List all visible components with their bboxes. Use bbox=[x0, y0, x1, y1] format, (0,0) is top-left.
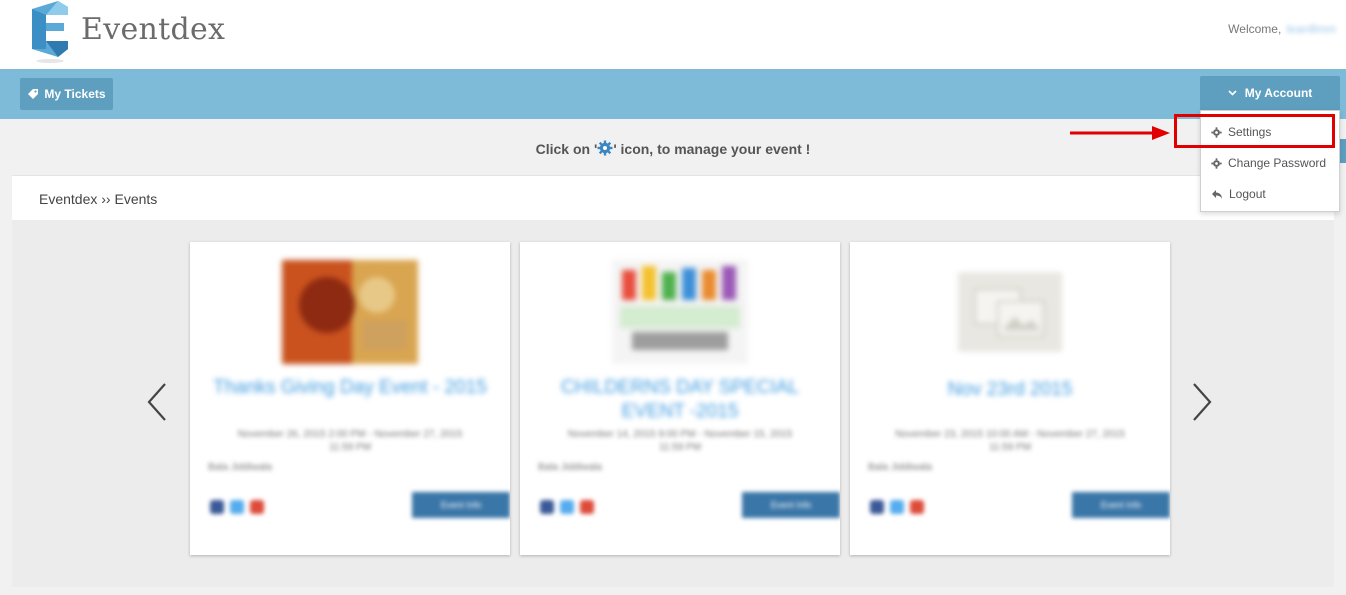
event-title[interactable]: Thanks Giving Day Event - 2015 bbox=[210, 376, 490, 400]
google-plus-icon[interactable] bbox=[580, 500, 594, 514]
reply-icon bbox=[1212, 189, 1222, 199]
welcome-text: Welcome, lean8mm bbox=[1228, 22, 1336, 36]
event-card[interactable]: Nov 23rd 2015 November 23, 2015 10:00 AM… bbox=[850, 242, 1170, 555]
main-navbar: My Tickets My Account bbox=[0, 69, 1346, 119]
hint-text-end: ' icon, to manage your event ! bbox=[613, 141, 811, 157]
social-icons bbox=[870, 500, 924, 514]
username[interactable]: lean8mm bbox=[1287, 22, 1336, 36]
breadcrumb: Eventdex ›› Events bbox=[39, 191, 158, 207]
breadcrumb-bar: Eventdex ›› Events bbox=[12, 175, 1334, 220]
twitter-icon[interactable] bbox=[560, 500, 574, 514]
event-thumbnail[interactable] bbox=[612, 260, 748, 364]
event-title[interactable]: CHILDERNS DAY SPECIAL EVENT -2015 bbox=[540, 376, 820, 424]
event-date: November 14, 2015 9:00 PM - November 15,… bbox=[567, 429, 793, 453]
gear-icon bbox=[1211, 157, 1222, 169]
event-date: November 23, 2015 10:00 AM - November 27… bbox=[895, 429, 1125, 453]
my-account-button[interactable]: My Account bbox=[1200, 76, 1340, 110]
gear-icon bbox=[597, 140, 613, 156]
manage-event-hint: Click on ' ' icon, to manage your event ! bbox=[0, 140, 1346, 157]
menu-item-change-password[interactable]: Change Password bbox=[1201, 148, 1339, 178]
hint-text-start: Click on ' bbox=[535, 141, 598, 157]
facebook-icon[interactable] bbox=[870, 500, 884, 514]
brand-name: Eventdex bbox=[81, 12, 226, 47]
twitter-icon[interactable] bbox=[230, 500, 244, 514]
my-tickets-label: My Tickets bbox=[44, 87, 106, 101]
welcome-label: Welcome, bbox=[1228, 22, 1282, 36]
event-card[interactable]: Thanks Giving Day Event - 2015 November … bbox=[190, 242, 510, 555]
twitter-icon[interactable] bbox=[890, 500, 904, 514]
event-title[interactable]: Nov 23rd 2015 bbox=[870, 378, 1150, 402]
facebook-icon[interactable] bbox=[540, 500, 554, 514]
event-location: Bala Jiddiwala bbox=[208, 462, 272, 473]
event-info-button[interactable]: Event Info bbox=[412, 492, 510, 518]
my-account-label: My Account bbox=[1244, 86, 1313, 100]
carousel-next-arrow[interactable] bbox=[1190, 380, 1214, 424]
my-tickets-button[interactable]: My Tickets bbox=[20, 78, 113, 110]
ticket-icon bbox=[28, 89, 39, 99]
settings-highlight-box bbox=[1174, 114, 1335, 148]
menu-item-label: Change Password bbox=[1228, 156, 1327, 170]
top-header: Eventdex Welcome, lean8mm bbox=[0, 0, 1346, 69]
carousel-prev-arrow[interactable] bbox=[145, 380, 169, 424]
event-info-button[interactable]: Event Info bbox=[742, 492, 840, 518]
event-location: Bala Jiddiwala bbox=[868, 462, 932, 473]
event-date: November 26, 2015 2:00 PM - November 27,… bbox=[237, 429, 463, 453]
event-info-button[interactable]: Event Info bbox=[1072, 492, 1170, 518]
annotation-arrow-icon bbox=[1070, 126, 1170, 140]
eventdex-logo[interactable] bbox=[28, 1, 72, 63]
event-card[interactable]: CHILDERNS DAY SPECIAL EVENT -2015 Novemb… bbox=[520, 242, 840, 555]
facebook-icon[interactable] bbox=[210, 500, 224, 514]
event-thumbnail[interactable] bbox=[958, 260, 1062, 364]
google-plus-icon[interactable] bbox=[250, 500, 264, 514]
google-plus-icon[interactable] bbox=[910, 500, 924, 514]
social-icons bbox=[210, 500, 264, 514]
menu-item-logout[interactable]: Logout bbox=[1201, 179, 1339, 209]
menu-item-label: Logout bbox=[1229, 187, 1266, 201]
social-icons bbox=[540, 500, 594, 514]
event-thumbnail[interactable] bbox=[282, 260, 418, 364]
chevron-down-icon bbox=[1228, 90, 1237, 96]
event-location: Bala Jiddiwala bbox=[538, 462, 602, 473]
